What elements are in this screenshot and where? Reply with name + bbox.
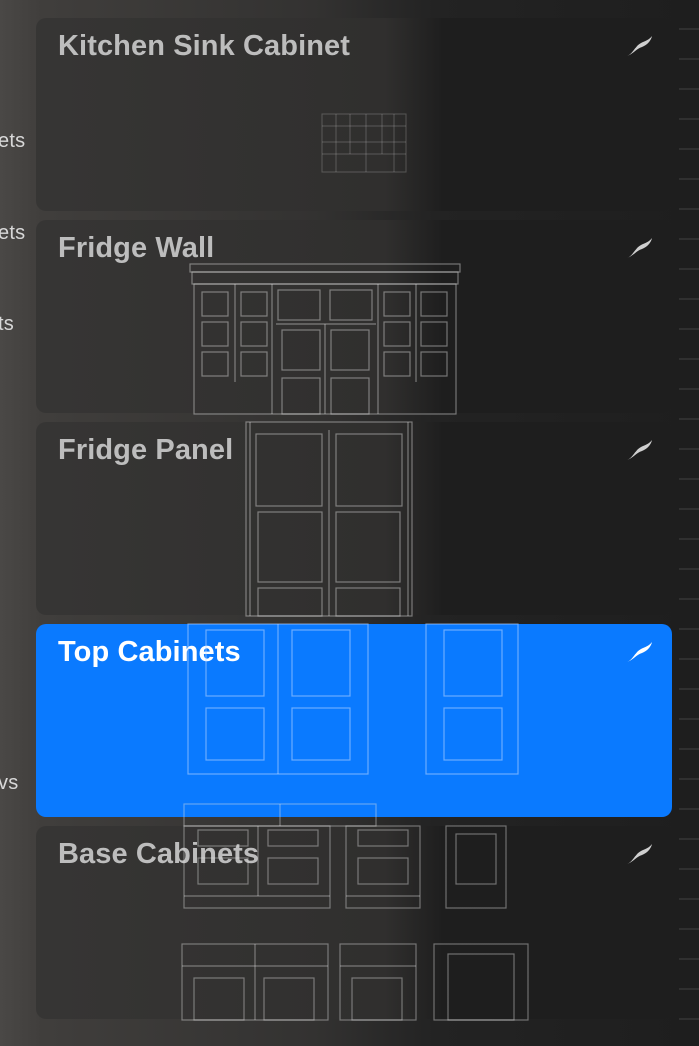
category-label[interactable]: ets <box>0 222 25 245</box>
category-label[interactable]: vs <box>0 772 18 795</box>
brush-stroke-icon <box>627 844 652 864</box>
category-label[interactable]: ts <box>0 313 14 336</box>
brush-name: Kitchen Sink Cabinet <box>58 30 351 62</box>
brush-item-top-cabinets[interactable]: Top Cabinets <box>36 624 672 817</box>
brush-library-panel: ets ets ts vs Kitchen Sink Cabinet Fridg… <box>0 0 699 1046</box>
brush-name: Base Cabinets <box>58 838 260 870</box>
brush-stroke-icon <box>627 440 652 460</box>
brush-item-base-cabinets[interactable]: Base Cabinets <box>36 826 672 1019</box>
brush-item-kitchen-sink-cabinet[interactable]: Kitchen Sink Cabinet <box>36 18 672 211</box>
category-label[interactable]: ets <box>0 130 25 153</box>
brush-item-fridge-wall[interactable]: Fridge Wall <box>36 220 672 413</box>
brush-stroke-icon <box>627 642 652 662</box>
brush-name: Fridge Wall <box>58 232 215 264</box>
canvas-edge-lines <box>679 0 699 1046</box>
brush-stroke-icon <box>627 238 652 258</box>
brush-stroke-icon <box>627 36 652 56</box>
brush-item-fridge-panel[interactable]: Fridge Panel <box>36 422 672 615</box>
brush-name: Top Cabinets <box>58 636 241 668</box>
brush-name: Fridge Panel <box>58 434 234 466</box>
